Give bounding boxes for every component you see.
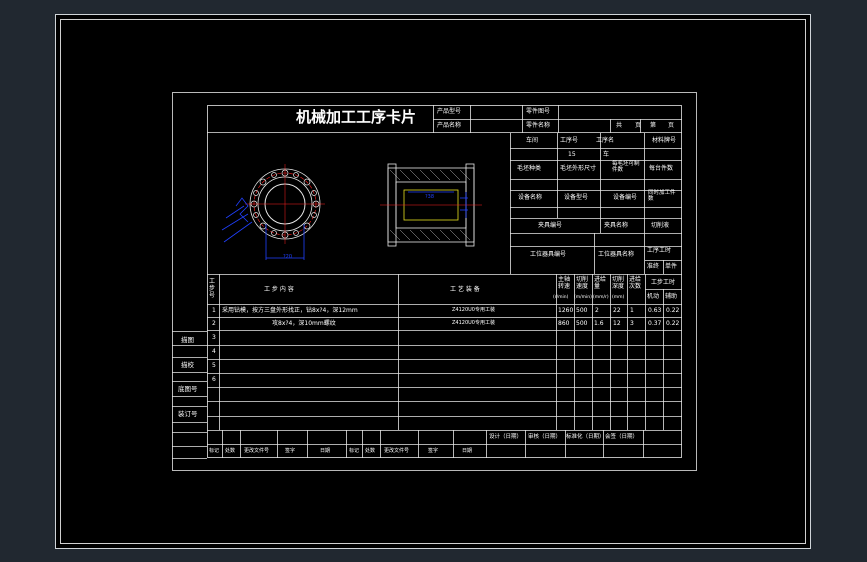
spindle-speed-header: 主轴转速 [558, 276, 571, 290]
review-sign: 审核（日期） [528, 434, 562, 440]
cutting-speed-header: 切削速度 [576, 276, 589, 290]
countersign: 会签（日期） [605, 434, 639, 440]
rev-mark-2: 标记 [349, 448, 360, 454]
blank-size-label: 毛坯外形尺寸 [560, 165, 597, 172]
rev-doc-2: 更改文件号 [384, 448, 410, 454]
row-5-no: 5 [212, 362, 216, 369]
row-4-no: 4 [212, 348, 216, 355]
unit-time-label: 单件 [665, 263, 678, 270]
row-aux: 0.22 [666, 320, 680, 327]
rev-count-2: 处数 [365, 448, 376, 454]
rev-count: 处数 [225, 448, 236, 454]
fixture-no-label: 夹具编号 [538, 222, 563, 229]
row-vc: 500 [576, 320, 588, 327]
machine-time-header: 机动 [647, 293, 660, 300]
step-no-header: 工步号 [209, 278, 216, 299]
rev-mark: 标记 [209, 448, 220, 454]
equipment-no-label: 设备编号 [613, 194, 638, 201]
card-grid [172, 92, 697, 471]
material-label: 材料牌号 [652, 137, 677, 144]
part-drawing-label: 零件图号 [526, 108, 551, 115]
station-tool-no-label: 工位器具编号 [530, 251, 567, 258]
side-proofread: 描校 [181, 361, 194, 369]
row-depth: 12 [613, 320, 621, 327]
row-vc: 500 [576, 307, 588, 314]
row-3-no: 3 [212, 334, 216, 341]
row-6-no: 6 [212, 376, 216, 383]
feed-header: 进给量 [594, 276, 607, 290]
feed-unit: (mm/r) [593, 295, 609, 300]
row-no: 1 [212, 307, 216, 314]
rev-sign-2: 签字 [428, 448, 439, 454]
card-title: 机械加工工序卡片 [296, 108, 417, 126]
flange-end-view [221, 164, 325, 260]
row-feed: 1.6 [594, 320, 604, 327]
step-content-header: 工 步 内 容 [264, 286, 294, 293]
standard-sign: 标准化（日期） [566, 434, 605, 440]
process-no-value: 15 [568, 151, 576, 158]
row-content: 攻8x?4，深10mm螺纹 [272, 320, 336, 327]
blank-count-label: 每毛坯可制件数 [612, 161, 640, 173]
equipment-name-label: 设备名称 [518, 194, 543, 201]
equipment-model-label: 设备型号 [564, 194, 589, 201]
total-label: 共 [616, 122, 623, 129]
prep-time-label: 准终 [647, 263, 660, 270]
row-equipment: Z4120U0专用工装 [452, 320, 495, 326]
row-no: 2 [212, 320, 216, 327]
page-unit-2: 页 [668, 122, 675, 129]
process-name-value: 车 [603, 151, 610, 158]
part-name-label: 零件名称 [526, 122, 551, 129]
row-feed: 2 [595, 307, 599, 314]
side-base-drawing: 底图号 [178, 385, 198, 393]
rev-doc: 更改文件号 [244, 448, 270, 454]
side-trace: 描图 [181, 336, 194, 344]
row-speed: 860 [558, 320, 570, 327]
equipment-header: 工 艺 装 备 [450, 286, 480, 293]
simultaneous-label: 同时加工件数 [648, 190, 676, 202]
fixture-name-label: 夹具名称 [604, 222, 629, 229]
section-view [380, 163, 482, 247]
process-hours-label: 工序工时 [647, 247, 672, 254]
blank-type-label: 毛坯种类 [517, 165, 542, 172]
aux-time-header: 辅助 [665, 293, 678, 300]
row-equipment: Z4120U0专用工装 [452, 307, 495, 313]
station-tool-name-label: 工位器具名称 [598, 251, 635, 258]
product-name-label: 产品名称 [437, 122, 462, 129]
parts-per-unit-label: 每台件数 [649, 165, 674, 172]
row-aux: 0.22 [666, 307, 680, 314]
part-drawing: ?20 ?38 [208, 134, 508, 274]
row-depth: 22 [613, 307, 621, 314]
rev-date-2: 日期 [462, 448, 473, 454]
row-machine: 0.37 [648, 320, 662, 327]
process-no-label: 工序号 [560, 137, 579, 144]
row-passes: 1 [630, 307, 634, 314]
row-passes: 3 [630, 320, 634, 327]
cutting-speed-unit: (m/min) [574, 295, 592, 300]
row-machine: 0.63 [648, 307, 662, 314]
side-binding: 装订号 [178, 410, 198, 418]
dim-left: ?20 [283, 254, 293, 260]
rev-date: 日期 [320, 448, 331, 454]
coolant-label: 切削液 [651, 222, 670, 229]
row-content: 采用钻模，按方三盘外形找正，钻8x?4，深12mm [222, 307, 358, 314]
step-hours-header: 工步工时 [651, 279, 676, 286]
passes-header: 进给次数 [629, 276, 642, 290]
sheet-label: 第 [650, 122, 657, 129]
depth-unit: (mm) [612, 295, 625, 300]
process-name-label: 工序名 [596, 137, 615, 144]
page-unit: 页 [635, 122, 642, 129]
design-sign: 设计（日期） [489, 434, 523, 440]
dim-mid: ?38 [425, 194, 435, 200]
rev-sign: 签字 [285, 448, 296, 454]
depth-header: 切削深度 [612, 276, 625, 290]
row-speed: 1260 [558, 307, 574, 314]
workshop-label: 车间 [526, 137, 539, 144]
spindle-unit: (r/min) [553, 295, 569, 300]
product-model-label: 产品型号 [437, 108, 462, 115]
